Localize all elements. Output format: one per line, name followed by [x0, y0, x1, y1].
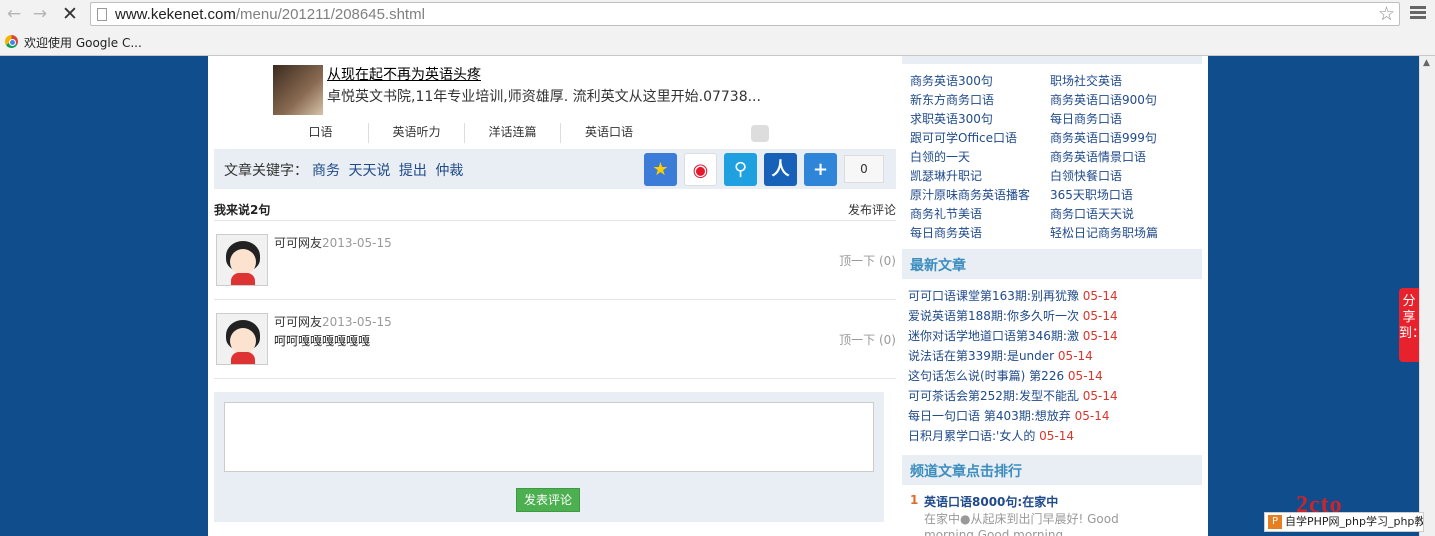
related-tags: 口语 英语听力 洋话连篇 英语口语 — [273, 123, 693, 143]
scrollbar[interactable]: ▲ — [1419, 56, 1435, 536]
topic-link[interactable]: 每日商务口语 — [1050, 110, 1122, 127]
keyword-link[interactable]: 商务 — [312, 163, 340, 179]
topic-link[interactable]: 白领快餐口语 — [1050, 167, 1122, 184]
comment-text: 呵呵嘎嘎嘎嘎嘎嘎 — [274, 334, 371, 348]
topic-link[interactable]: 商务英语情景口语 — [1050, 148, 1146, 165]
more-share-icon[interactable]: + — [804, 153, 837, 186]
browser-toolbar: ← → ✕ www.kekenet.com/menu/201211/208645… — [0, 0, 1435, 56]
submit-comment-button[interactable]: 发表评论 — [516, 488, 580, 512]
keywords-list: 商务 天天说 提出 仲裁 — [312, 160, 467, 180]
article-link[interactable]: 迷你对话学地道口语第346期:激 05-14 — [908, 327, 1118, 344]
topic-link[interactable]: 职场社交英语 — [1050, 72, 1122, 89]
rank-number: 1 — [910, 493, 919, 507]
bookmark-item[interactable]: 欢迎使用 Google C... — [24, 34, 142, 51]
stop-icon[interactable]: ✕ — [60, 4, 80, 24]
article-link[interactable]: 每日一句口语 第403期:想放弃 05-14 — [908, 407, 1109, 424]
weibo-share-icon[interactable]: ◉ — [684, 153, 717, 186]
share-count: 0 — [844, 155, 884, 183]
comment-user: 可可网友 — [274, 236, 323, 250]
topic-link[interactable]: 跟可可学Office口语 — [910, 129, 1017, 146]
comment-user: 可可网友 — [274, 315, 323, 329]
topic-link[interactable]: 凯瑟琳升职记 — [910, 167, 982, 184]
keyword-link[interactable]: 天天说 — [348, 163, 390, 179]
keywords-bar: 文章关键字： 商务 天天说 提出 仲裁 ★ ◉ ⚲ 人 + 0 — [214, 149, 896, 189]
comment-date: 2013-05-15 — [322, 236, 392, 250]
watermark-bar: P 自学PHP网_php学习_php教程 — [1264, 512, 1424, 532]
topic-link[interactable]: 每日商务英语 — [910, 224, 982, 241]
tag-link[interactable]: 英语口语 — [561, 123, 657, 143]
topic-link[interactable]: 365天职场口语 — [1050, 186, 1133, 203]
keyword-link[interactable]: 提出 — [399, 163, 427, 179]
browser-menu-icon[interactable] — [1410, 6, 1426, 20]
comment-date: 2013-05-15 — [322, 315, 392, 329]
qzone-share-icon[interactable]: ★ — [644, 153, 677, 186]
article-link[interactable]: 可可口语课堂第163期:别再犹豫 05-14 — [908, 287, 1118, 304]
keyword-link[interactable]: 仲裁 — [435, 163, 463, 179]
upvote-link[interactable]: 顶一下 (0) — [839, 331, 896, 348]
rank-article-summary: 在家中●从起床到出门早晨好! Good morning.Good morning — [924, 512, 1119, 536]
comments-header: 我来说2句 发布评论 — [214, 199, 896, 221]
post-comment-link[interactable]: 发布评论 — [848, 201, 896, 218]
topic-link[interactable]: 商务礼节美语 — [910, 205, 982, 222]
topic-link[interactable]: 商务英语300句 — [910, 72, 993, 89]
keywords-label: 文章关键字： — [224, 163, 308, 179]
php-icon: P — [1268, 515, 1282, 529]
tag-link[interactable]: 洋话连篇 — [465, 123, 561, 143]
article-link[interactable]: 日积月累学口语:'女人的 05-14 — [908, 427, 1074, 444]
like-icon[interactable] — [751, 125, 769, 142]
topic-link[interactable]: 轻松日记商务职场篇 — [1050, 224, 1158, 241]
page-icon — [97, 8, 107, 21]
back-icon[interactable]: ← — [4, 4, 24, 24]
comment-item: 可可网友2013-05-15 呵呵嘎嘎嘎嘎嘎嘎 顶一下 (0) — [214, 301, 896, 379]
tag-link[interactable]: 英语听力 — [369, 123, 465, 143]
page-content: 从现在起不再为英语头疼 卓悦英文书院,11年专业培训,师资雄厚. 流利英文从这里… — [208, 56, 1208, 536]
article-link[interactable]: 可可茶话会第252期:发型不能乱 05-14 — [908, 387, 1118, 404]
topic-link[interactable]: 新东方商务口语 — [910, 91, 994, 108]
latest-articles-header: 最新文章 — [902, 249, 1202, 279]
forward-icon[interactable]: → — [30, 4, 50, 24]
tag-link[interactable]: 口语 — [273, 123, 369, 143]
topic-link[interactable]: 求职英语300句 — [910, 110, 993, 127]
ranking-title: 频道文章点击排行 — [910, 464, 1022, 480]
ad-title-link[interactable]: 从现在起不再为英语头疼 — [327, 64, 481, 84]
topic-link[interactable]: 原汁原味商务英语播客 — [910, 186, 1030, 203]
bookmarks-bar: 欢迎使用 Google C... — [0, 30, 1435, 54]
renren-share-icon[interactable]: 人 — [764, 153, 797, 186]
topic-link[interactable]: 商务口语天天说 — [1050, 205, 1134, 222]
comment-meta: 可可网友2013-05-15 — [274, 313, 392, 330]
comment-item: 可可网友2013-05-15 顶一下 (0) — [214, 222, 896, 300]
comments-title: 我来说2句 — [214, 203, 271, 217]
topic-link[interactable]: 白领的一天 — [910, 148, 970, 165]
address-bar[interactable]: www.kekenet.com/menu/201211/208645.shtml… — [90, 2, 1400, 26]
topic-link[interactable]: 商务英语口语999句 — [1050, 129, 1157, 146]
latest-articles-title: 最新文章 — [910, 258, 966, 274]
comment-textarea[interactable] — [224, 402, 874, 472]
tencent-weibo-share-icon[interactable]: ⚲ — [724, 153, 757, 186]
upvote-link[interactable]: 顶一下 (0) — [839, 252, 896, 269]
article-link[interactable]: 说法话在第339期:是under 05-14 — [908, 347, 1093, 364]
avatar — [216, 313, 268, 365]
reply-box: 发表评论 — [214, 392, 884, 522]
floating-share-tab[interactable]: 分享到： — [1399, 288, 1425, 362]
article-link[interactable]: 这句话怎么说(时事篇) 第226 05-14 — [908, 367, 1103, 384]
ad-thumbnail[interactable] — [273, 65, 323, 115]
topic-link[interactable]: 商务英语口语900句 — [1050, 91, 1157, 108]
scroll-up-icon[interactable]: ▲ — [1423, 58, 1430, 68]
ad-description[interactable]: 卓悦英文书院,11年专业培训,师资雄厚. 流利英文从这里开始.07738... — [327, 86, 761, 106]
section-header — [902, 56, 1202, 64]
url-text[interactable]: www.kekenet.com/menu/201211/208645.shtml — [115, 6, 425, 23]
article-link[interactable]: 爱说英语第188期:你多久听一次 05-14 — [908, 307, 1118, 324]
ranking-header: 频道文章点击排行 — [902, 455, 1202, 485]
chrome-icon — [5, 35, 18, 48]
bookmark-star-icon[interactable]: ☆ — [1378, 3, 1395, 25]
rank-article-link[interactable]: 英语口语8000句:在家中 — [924, 493, 1058, 510]
avatar — [216, 234, 268, 286]
comment-meta: 可可网友2013-05-15 — [274, 234, 392, 251]
